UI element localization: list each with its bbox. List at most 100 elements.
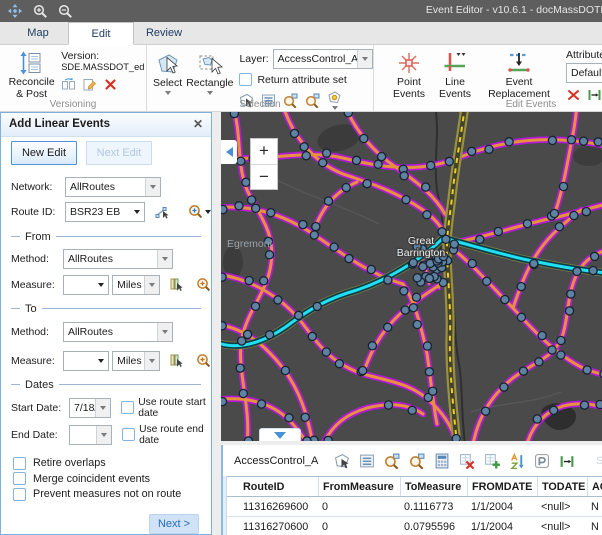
- from-method-arrow-icon[interactable]: [157, 250, 172, 268]
- to-unit-arrow-icon[interactable]: [144, 352, 159, 370]
- to-pick-measure-icon[interactable]: [169, 353, 184, 368]
- start-date-combobox[interactable]: 7/18/: [69, 398, 111, 418]
- table-row[interactable]: 11316269600 0 0.1116773 1/1/2004 <null> …: [223, 497, 602, 517]
- select-route-on-map-icon[interactable]: [155, 204, 170, 219]
- route-id-label: Route ID:: [11, 206, 61, 218]
- event-replacement-button[interactable]: Event Replacement: [478, 48, 560, 102]
- collapse-table-button[interactable]: [259, 428, 301, 441]
- line-events-button[interactable]: Line Events: [432, 48, 478, 102]
- column-header-tomeasure[interactable]: ToMeasure: [400, 477, 467, 496]
- layer-combobox-arrow-icon[interactable]: [357, 50, 372, 68]
- start-date-arrow-icon[interactable]: [95, 399, 110, 417]
- table-add-rows-icon[interactable]: [484, 453, 500, 469]
- from-method-combobox[interactable]: AllRoutes: [63, 249, 173, 269]
- column-header-routeid[interactable]: RouteID: [239, 477, 318, 496]
- to-unit-combobox[interactable]: Miles: [112, 351, 160, 371]
- table-measure-gap-icon[interactable]: [559, 453, 575, 469]
- table-clear-selection-icon[interactable]: [459, 453, 475, 469]
- select-dropdown-arrow-icon[interactable]: [165, 91, 171, 95]
- table-layer-name[interactable]: AccessControl_A: [234, 455, 314, 467]
- from-measure-combobox[interactable]: [63, 275, 109, 295]
- close-icon[interactable]: ✕: [193, 118, 203, 130]
- table-pan-to-selected-icon[interactable]: [409, 453, 425, 469]
- from-measure-arrow-icon[interactable]: [93, 276, 108, 294]
- column-header-fromdate[interactable]: FROMDATE: [467, 477, 537, 496]
- table-attachments-icon[interactable]: [534, 453, 550, 469]
- table-select-polygon-icon[interactable]: [334, 453, 350, 469]
- rectangle-tool-label: Rectangle: [186, 77, 233, 89]
- rectangle-dropdown-arrow-icon[interactable]: [207, 91, 213, 95]
- table-row-gutter: [223, 476, 227, 535]
- prevent-measures-checkbox[interactable]: [13, 488, 26, 501]
- network-arrow-icon[interactable]: [145, 178, 160, 196]
- zoom-in-icon[interactable]: [32, 3, 48, 19]
- column-header-frommeasure[interactable]: FromMeasure: [318, 477, 400, 496]
- map-canvas[interactable]: Egremont Great Barrington: [221, 112, 602, 441]
- next-button[interactable]: Next >: [149, 514, 199, 534]
- use-route-end-date-checkbox[interactable]: [122, 428, 135, 441]
- table-sort-icon[interactable]: [509, 453, 525, 469]
- table-list-icon[interactable]: [359, 453, 375, 469]
- retire-overlaps-checkbox[interactable]: [13, 457, 26, 470]
- layer-combobox[interactable]: AccessControl_A: [273, 49, 373, 69]
- zoom-options-arrow-icon[interactable]: [205, 210, 211, 214]
- from-unit-combobox[interactable]: Miles: [112, 275, 160, 295]
- tab-map[interactable]: Map: [8, 22, 68, 44]
- zoom-to-route-button[interactable]: [188, 204, 211, 219]
- dates-section-legend: Dates: [1, 379, 211, 391]
- select-tool-button[interactable]: Select: [151, 49, 184, 97]
- merge-coincident-events-checkbox[interactable]: [13, 472, 26, 485]
- return-attribute-set-checkbox[interactable]: [239, 73, 252, 86]
- from-unit-arrow-icon[interactable]: [144, 276, 159, 294]
- table-row[interactable]: 11316270600 0 0.0795596 1/1/2004 <null> …: [223, 517, 602, 535]
- save-button[interactable]: Save: [596, 455, 602, 467]
- from-measure-label: Measure:: [11, 279, 60, 291]
- title-bar: Event Editor - v10.6.1 - docMassDOTN: [0, 0, 602, 22]
- zoom-out-icon[interactable]: [57, 3, 73, 19]
- from-pick-measure-icon[interactable]: [169, 277, 184, 292]
- delete-version-icon[interactable]: [103, 77, 118, 92]
- next-edit-button[interactable]: Next Edit: [86, 141, 152, 165]
- end-date-arrow-icon[interactable]: [96, 426, 111, 444]
- collapse-panel-button[interactable]: [221, 140, 237, 164]
- ribbon-tabs: Map Edit Review: [0, 22, 602, 45]
- map-zoom-control: + −: [250, 138, 278, 190]
- collapse-down-arrow-icon: [274, 432, 286, 439]
- event-replacement-icon: [506, 50, 532, 76]
- rectangle-tool-icon: [197, 51, 223, 77]
- map-viewport[interactable]: Egremont Great Barrington + −: [221, 112, 602, 441]
- column-header-ac[interactable]: AC: [587, 477, 602, 496]
- cell-routeid: 11316269600: [239, 501, 318, 513]
- table-calculate-icon[interactable]: [434, 453, 450, 469]
- reconcile-post-button[interactable]: Reconcile & Post: [4, 48, 59, 102]
- to-measure-arrow-icon[interactable]: [93, 352, 108, 370]
- new-version-icon[interactable]: [82, 77, 97, 92]
- use-route-start-date-checkbox[interactable]: [121, 401, 134, 414]
- selection-group-label: Selection: [147, 99, 373, 110]
- route-id-combobox[interactable]: BSR23 EB: [65, 202, 145, 222]
- version-label: Version:: [61, 50, 144, 62]
- table-zoom-to-selected-icon[interactable]: [384, 453, 400, 469]
- prevent-measures-label: Prevent measures not on route: [33, 488, 181, 500]
- pan-icon[interactable]: [7, 3, 23, 19]
- end-date-combobox[interactable]: [69, 425, 112, 445]
- cell-todate: <null>: [537, 521, 587, 533]
- from-zoom-measure-icon[interactable]: [196, 277, 211, 292]
- network-combobox[interactable]: AllRoutes: [65, 177, 161, 197]
- tab-edit[interactable]: Edit: [68, 22, 134, 45]
- to-measure-combobox[interactable]: [63, 351, 109, 371]
- point-events-button[interactable]: Point Events: [386, 48, 432, 102]
- new-edit-button[interactable]: New Edit: [11, 141, 77, 165]
- to-zoom-measure-icon[interactable]: [196, 353, 211, 368]
- route-id-arrow-icon[interactable]: [129, 203, 144, 221]
- to-method-arrow-icon[interactable]: [157, 323, 172, 341]
- map-zoom-out-button[interactable]: −: [251, 165, 277, 190]
- compare-versions-icon[interactable]: [61, 77, 76, 92]
- to-method-combobox[interactable]: AllRoutes: [63, 322, 173, 342]
- attribute-set-combobox[interactable]: Default: [566, 63, 602, 83]
- tab-review[interactable]: Review: [134, 22, 194, 44]
- map-zoom-in-button[interactable]: +: [251, 139, 277, 165]
- rectangle-tool-button[interactable]: Rectangle: [184, 49, 235, 97]
- cell-frommeasure: 0: [318, 521, 400, 533]
- column-header-todate[interactable]: TODATE: [537, 477, 587, 496]
